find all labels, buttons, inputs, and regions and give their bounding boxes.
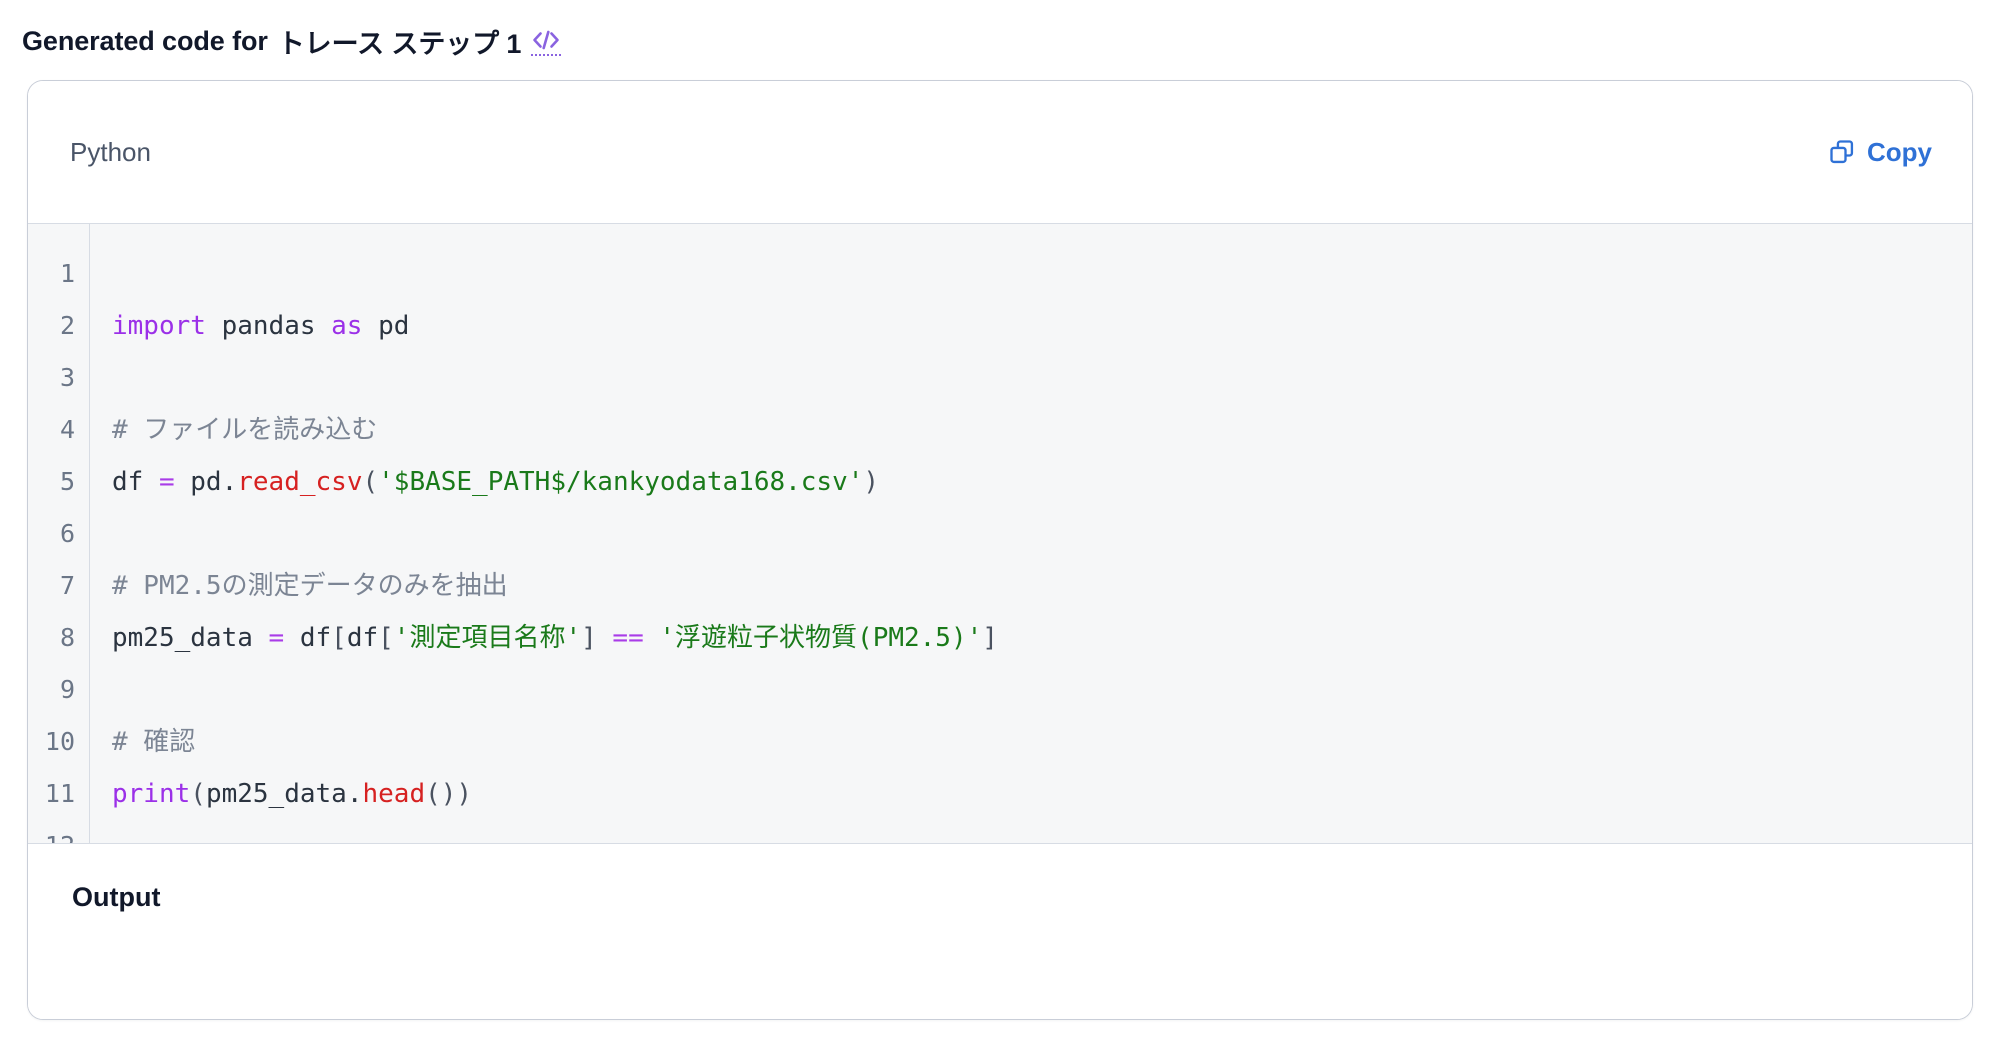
code-token: head xyxy=(362,779,426,809)
line-number: 1 xyxy=(59,259,75,288)
code-line: import pandas as pd xyxy=(112,300,1972,352)
code-token: # 確認 xyxy=(112,727,196,757)
line-number-gutter: 123456789101112 xyxy=(28,224,90,843)
code-token: read_csv xyxy=(237,467,363,497)
code-token: [ xyxy=(331,623,347,653)
code-token: df xyxy=(284,623,332,653)
code-token: ] xyxy=(581,623,597,653)
copy-icon-svg xyxy=(1830,140,1854,164)
code-token: pm25_data. xyxy=(205,779,363,809)
code-token: df xyxy=(346,623,379,653)
line-number: 2 xyxy=(59,311,75,340)
code-brackets-icon[interactable] xyxy=(531,28,562,56)
code-card-header: Python Copy xyxy=(28,81,1972,224)
code-token: ] xyxy=(982,623,998,653)
code-token: == xyxy=(612,623,644,653)
page-title: Generated code for トレース ステップ 1 xyxy=(22,22,562,61)
code-token: ( xyxy=(190,779,206,809)
code-token: df xyxy=(112,467,159,497)
code-editor[interactable]: 123456789101112 import pandas as pd # ファ… xyxy=(28,224,1972,844)
line-number: 10 xyxy=(44,727,75,756)
code-token: = xyxy=(268,623,285,653)
code-line: df = pd.read_csv('$BASE_PATH$/kankyodata… xyxy=(112,456,1972,508)
code-content-pane[interactable]: import pandas as pd # ファイルを読み込む df = pd.r… xyxy=(90,224,1972,843)
code-line: # PM2.5の測定データのみを抽出 xyxy=(112,560,1972,612)
code-token: # ファイルを読み込む xyxy=(112,415,378,445)
code-brackets-icon-svg xyxy=(533,30,560,49)
code-token: ( xyxy=(362,467,379,497)
copy-button[interactable]: Copy xyxy=(1824,131,1936,174)
code-token: '浮遊粒子状物質(PM2.5)' xyxy=(659,623,983,653)
code-token: pm25_data xyxy=(112,623,269,653)
code-token: import xyxy=(112,311,206,341)
output-title: Output xyxy=(72,882,161,912)
code-token: pd xyxy=(362,311,410,341)
language-label: Python xyxy=(70,136,151,167)
code-token: = xyxy=(158,467,175,497)
code-token: '測定項目名称' xyxy=(393,623,582,653)
code-token: [ xyxy=(378,623,394,653)
copy-icon xyxy=(1828,138,1856,166)
code-line: # ファイルを読み込む xyxy=(112,404,1972,456)
code-token: '$BASE_PATH$/kankyodata168.csv' xyxy=(378,467,864,497)
code-token: pandas xyxy=(205,311,332,341)
code-token: as xyxy=(331,311,363,341)
line-number: 3 xyxy=(59,363,75,392)
copy-button-label: Copy xyxy=(1867,136,1932,167)
code-line: print(pm25_data.head()) xyxy=(112,768,1972,820)
code-token: pd. xyxy=(174,467,238,497)
line-number: 6 xyxy=(59,519,75,548)
generated-code-card: Python Copy 123456789101112 import panda… xyxy=(27,80,1973,1020)
code-token: ) xyxy=(863,467,880,497)
page-title-prefix: Generated code for xyxy=(22,26,268,56)
line-number: 5 xyxy=(59,467,75,496)
line-number: 9 xyxy=(59,675,75,704)
code-token: ()) xyxy=(425,779,473,809)
output-section: Output xyxy=(28,844,1972,1019)
code-line: pm25_data = df[df['測定項目名称'] == '浮遊粒子状物質(… xyxy=(112,612,1972,664)
line-number: 12 xyxy=(28,820,75,843)
code-token: print xyxy=(112,779,191,809)
line-number: 7 xyxy=(59,571,75,600)
line-number: 8 xyxy=(59,623,75,652)
line-number: 11 xyxy=(44,779,75,808)
line-number: 4 xyxy=(59,415,75,444)
code-token: # PM2.5の測定データのみを抽出 xyxy=(112,571,508,601)
code-line: # 確認 xyxy=(112,716,1972,768)
page-title-subject: トレース ステップ 1 xyxy=(277,29,522,59)
